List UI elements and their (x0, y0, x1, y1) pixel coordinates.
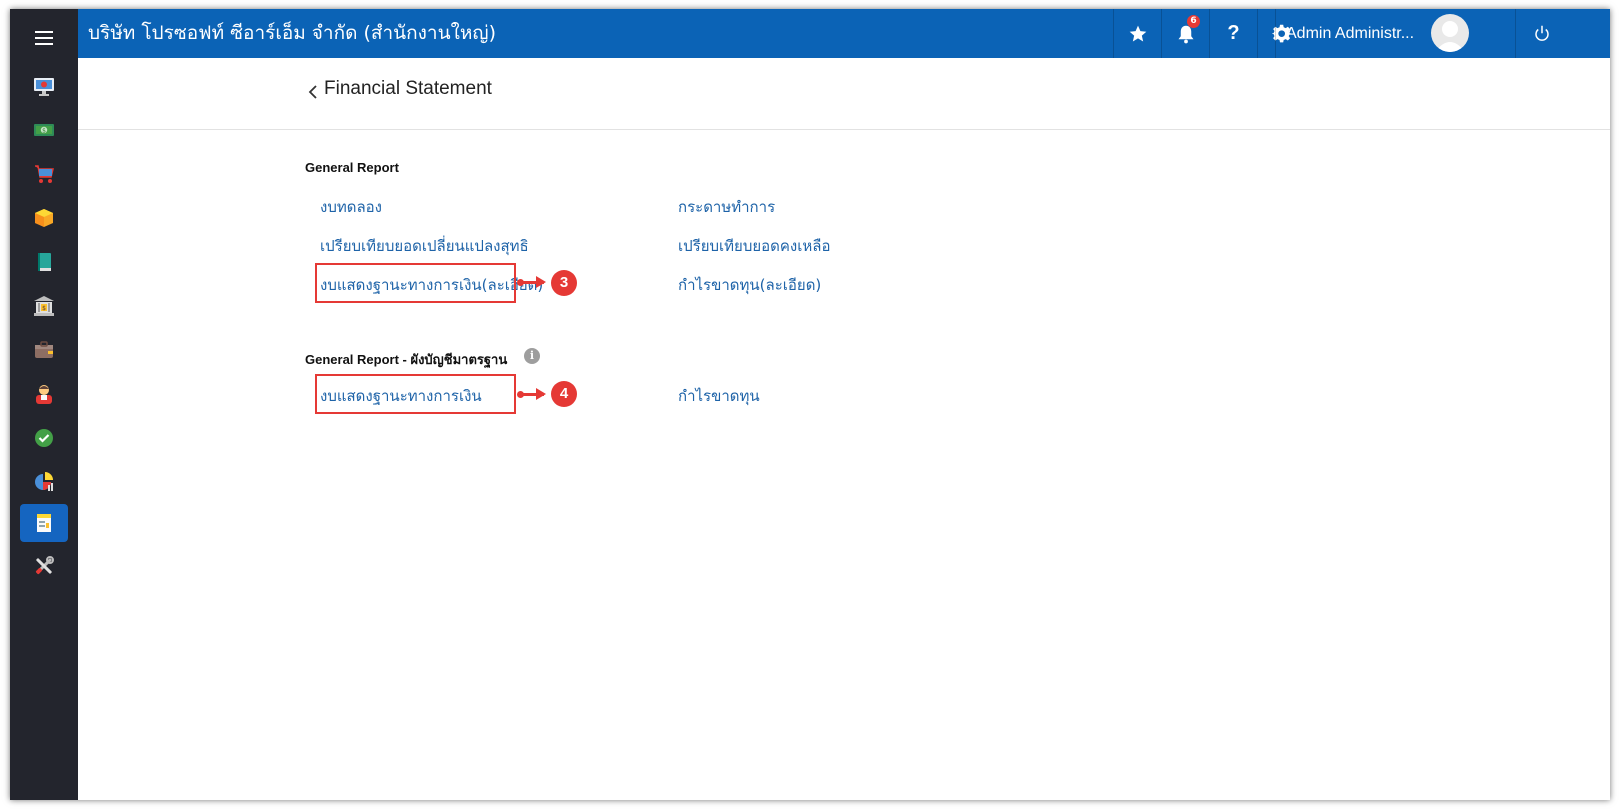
hamburger-menu-icon[interactable] (34, 30, 54, 48)
pie-chart-icon (35, 472, 53, 491)
svg-text:$: $ (42, 305, 46, 312)
report-icon (37, 514, 51, 532)
sidebar-item-report[interactable] (20, 504, 68, 542)
power-icon (1535, 25, 1549, 41)
arrow-step3 (517, 276, 546, 288)
section-title-general-report: General Report (305, 160, 399, 175)
box-icon (35, 209, 53, 227)
logout-button[interactable] (1515, 9, 1568, 58)
sidebar-item-bank[interactable]: $ (20, 287, 68, 325)
sidebar-item-check[interactable] (20, 419, 68, 457)
link-balance-comparison[interactable]: เปรียบเทียบยอดคงเหลือ (678, 234, 830, 258)
user-name: Admin Administr... (1286, 25, 1415, 42)
sidebar-item-dashboard[interactable] (20, 67, 68, 105)
back-button[interactable] (306, 82, 320, 102)
sidebar-item-book[interactable] (20, 243, 68, 281)
sidebar-item-box[interactable] (20, 199, 68, 237)
section-title-standard-report: General Report - ผังบัญชีมาตรฐาน (305, 352, 508, 367)
chevron-left-icon (308, 85, 317, 99)
highlight-box-step3 (315, 263, 516, 303)
person-icon (36, 385, 52, 404)
sidebar-item-wallet[interactable] (20, 331, 68, 369)
favorites-button[interactable] (1113, 9, 1161, 58)
user-menu[interactable]: Admin Administr... (1275, 9, 1516, 58)
notification-badge: 6 (1187, 15, 1200, 28)
book-icon (38, 253, 51, 271)
link-worksheet[interactable]: กระดาษทำการ (678, 195, 775, 219)
tools-icon (35, 556, 54, 575)
help-icon: ? (1227, 22, 1240, 44)
page-header: Financial Statement (78, 58, 1610, 130)
sidebar: $ $ (10, 9, 78, 800)
arrow-step4 (517, 388, 546, 400)
sidebar-item-chart[interactable] (20, 463, 68, 501)
wallet-icon (35, 341, 53, 358)
top-bar: บริษัท โปรซอฟท์ ซีอาร์เอ็ม จำกัด (สำนักง… (78, 9, 1610, 58)
svg-text:$: $ (42, 128, 46, 135)
info-icon[interactable]: i (524, 348, 540, 364)
sidebar-item-tools[interactable] (20, 547, 68, 585)
step-marker-3: 3 (551, 270, 577, 296)
help-button[interactable]: ? (1209, 9, 1257, 58)
page-title: Financial Statement (324, 78, 492, 99)
link-net-change-comparison[interactable]: เปรียบเทียบยอดเปลี่ยนแปลงสุทธิ (320, 234, 529, 258)
app-window: $ $ บริษัท โปรซอฟท์ ซีอาร์เอ็ม จำกัด (สำ… (10, 9, 1610, 800)
sidebar-item-cart[interactable] (20, 155, 68, 193)
avatar[interactable] (1431, 14, 1469, 52)
sidebar-item-money[interactable]: $ (20, 111, 68, 149)
sidebar-item-person[interactable] (20, 375, 68, 413)
check-icon (35, 429, 53, 447)
link-profit-loss-detailed[interactable]: กำไรขาดทุน(ละเอียด) (678, 273, 821, 297)
money-icon: $ (34, 124, 54, 136)
dashboard-icon (34, 78, 54, 96)
bank-icon: $ (34, 296, 54, 316)
star-icon (1129, 25, 1146, 41)
highlight-box-step4 (315, 374, 516, 414)
step-marker-4: 4 (551, 381, 577, 407)
link-profit-loss[interactable]: กำไรขาดทุน (678, 384, 760, 408)
link-trial-balance[interactable]: งบทดลอง (320, 195, 382, 219)
company-name[interactable]: บริษัท โปรซอฟท์ ซีอาร์เอ็ม จำกัด (สำนักง… (88, 9, 496, 58)
cart-icon (35, 165, 54, 183)
notifications-button[interactable]: 6 (1161, 9, 1209, 58)
